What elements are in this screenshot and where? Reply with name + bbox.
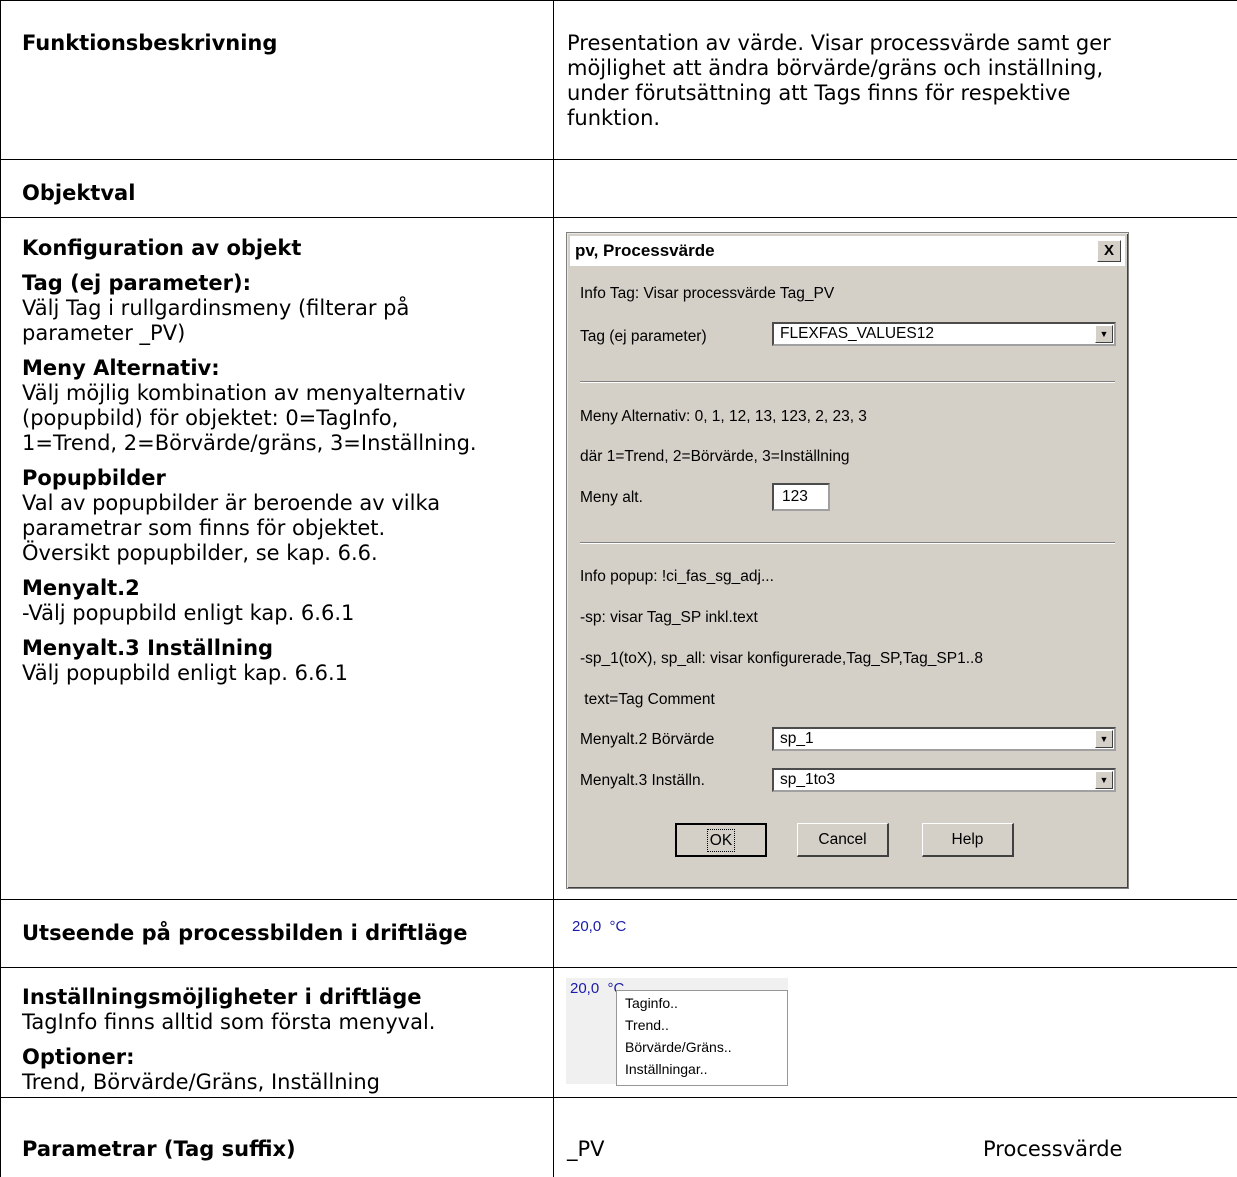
- block-heading: Menyalt.3 Inställning: [22, 636, 274, 660]
- table-column-divider: [553, 0, 554, 1177]
- separator: [580, 381, 1115, 383]
- block-line: Välj popupbild enligt kap. 6.6.1: [22, 661, 349, 685]
- menyalt2-label: Menyalt.2 Börvärde: [580, 731, 715, 748]
- meny-alt-input-value: 123: [782, 488, 808, 505]
- block-line: parametrar som finns för objektet.: [22, 516, 386, 540]
- konfig-block-meny: Meny Alternativ: Välj möjlig kombination…: [22, 356, 547, 456]
- menyalt2-dropdown[interactable]: sp_1 ▼: [772, 727, 1116, 751]
- row-label-konfiguration: Konfiguration av objekt: [22, 236, 302, 260]
- text-line: under förutsättning att Tags finns för r…: [567, 81, 1071, 105]
- row-divider: [0, 967, 1237, 968]
- block-line: -Välj popupbild enligt kap. 6.6.1: [22, 601, 355, 625]
- menu-item-taginfo[interactable]: Taginfo..: [625, 995, 678, 1011]
- row-divider: [0, 1097, 1237, 1098]
- tag-label: Tag (ej parameter): [580, 328, 707, 345]
- konfig-block-tag: Tag (ej parameter): Välj Tag i rullgardi…: [22, 271, 547, 346]
- menyalt2-dropdown-value: sp_1: [780, 730, 814, 747]
- info-popup-text: Info popup: !ci_fas_sg_adj...: [580, 568, 774, 585]
- tag-dropdown-value: FLEXFAS_VALUES12: [780, 325, 934, 342]
- sp1-info-text: -sp_1(toX), sp_all: visar konfigurerade,…: [580, 650, 983, 667]
- block-heading: Meny Alternativ:: [22, 356, 220, 380]
- block-heading: Popupbilder: [22, 466, 166, 490]
- konfig-description: Konfiguration av objekt Tag (ej paramete…: [22, 236, 547, 696]
- dialog-titlebar: pv, Processvärde X: [570, 236, 1125, 266]
- text-line: Presentation av värde. Visar processvärd…: [567, 31, 1111, 55]
- param-description: Processvärde: [983, 1137, 1123, 1161]
- chevron-down-icon[interactable]: ▼: [1095, 325, 1113, 343]
- sp-info-text: -sp: visar Tag_SP inkl.text: [580, 609, 758, 626]
- separator: [580, 542, 1115, 544]
- chevron-down-icon[interactable]: ▼: [1095, 730, 1113, 748]
- dar-info: där 1=Trend, 2=Börvärde, 3=Inställning: [580, 448, 850, 465]
- row-label-utseende: Utseende på processbilden i driftläge: [22, 921, 468, 945]
- help-button[interactable]: Help: [922, 823, 1014, 857]
- row-divider: [0, 217, 1237, 218]
- table-top-border: [0, 0, 1237, 1]
- block-heading: Menyalt.2: [22, 576, 140, 600]
- row-divider: [0, 159, 1237, 160]
- taginfo-text: TagInfo finns alltid som första menyval.: [22, 1010, 436, 1034]
- menu-item-borvarde[interactable]: Börvärde/Gräns..: [625, 1039, 732, 1055]
- row-label-objektval: Objektval: [22, 181, 136, 205]
- menyalt3-dropdown-value: sp_1to3: [780, 771, 836, 788]
- block-line: Översikt popupbilder, se kap. 6.6.: [22, 541, 378, 565]
- row-label-funktionsbeskrivning: Funktionsbeskrivning: [22, 31, 278, 55]
- row-label-installning: Inställningsmöjligheter i driftläge: [22, 985, 422, 1009]
- block-line: parameter _PV): [22, 321, 186, 345]
- installning-description: Inställningsmöjligheter i driftläge TagI…: [22, 985, 435, 1095]
- tag-dropdown[interactable]: FLEXFAS_VALUES12 ▼: [772, 322, 1116, 346]
- konfig-block-popup: Popupbilder Val av popupbilder är beroen…: [22, 466, 547, 566]
- text-line: möjlighet att ändra börvärde/gräns och i…: [567, 56, 1104, 80]
- block-line: Val av popupbilder är beroende av vilka: [22, 491, 441, 515]
- block-line: Välj Tag i rullgardinsmeny (filterar på: [22, 296, 410, 320]
- menyalt3-label: Menyalt.3 Inställn.: [580, 772, 705, 789]
- cancel-button[interactable]: Cancel: [797, 823, 889, 857]
- menyalt3-dropdown[interactable]: sp_1to3 ▼: [772, 768, 1116, 792]
- text-line: funktion.: [567, 106, 661, 130]
- meny-alt-info: Meny Alternativ: 0, 1, 12, 13, 123, 2, 2…: [580, 408, 867, 425]
- menu-item-installningar[interactable]: Inställningar..: [625, 1061, 708, 1077]
- meny-alt-label: Meny alt.: [580, 489, 643, 506]
- meny-alt-input[interactable]: 123: [772, 483, 830, 511]
- menu-item-trend[interactable]: Trend..: [625, 1017, 669, 1033]
- context-menu-preview: 20,0 °C Taginfo.. Trend.. Börvärde/Gräns…: [566, 978, 788, 1086]
- optioner-text: Trend, Börvärde/Gräns, Inställning: [22, 1070, 380, 1094]
- info-tag-text: Info Tag: Visar processvärde Tag_PV: [580, 285, 835, 302]
- block-line: Välj möjlig kombination av menyalternati…: [22, 381, 466, 405]
- row-divider: [0, 899, 1237, 900]
- block-line: 1=Trend, 2=Börvärde/gräns, 3=Inställning…: [22, 431, 477, 455]
- chevron-down-icon[interactable]: ▼: [1095, 771, 1113, 789]
- config-dialog: pv, Processvärde X Info Tag: Visar proce…: [566, 232, 1129, 889]
- context-menu: Taginfo.. Trend.. Börvärde/Gräns.. Instä…: [616, 990, 788, 1086]
- funktion-description: Presentation av värde. Visar processvärd…: [567, 31, 1111, 131]
- block-line: (popupbild) för objektet: 0=TagInfo,: [22, 406, 399, 430]
- row-label-parametrar: Parametrar (Tag suffix): [22, 1137, 296, 1161]
- konfig-block-menyalt3: Menyalt.3 Inställning Välj popupbild enl…: [22, 636, 547, 686]
- process-value-display: 20,0 °C: [572, 918, 627, 935]
- ok-button-label: OK: [706, 829, 736, 852]
- konfig-block-menyalt2: Menyalt.2 -Välj popupbild enligt kap. 6.…: [22, 576, 547, 626]
- table-left-border: [0, 0, 1, 1177]
- ok-button[interactable]: OK: [675, 823, 767, 857]
- text-info: text=Tag Comment: [580, 691, 715, 708]
- block-heading: Tag (ej parameter):: [22, 271, 251, 295]
- close-icon[interactable]: X: [1097, 240, 1121, 262]
- dialog-title: pv, Processvärde: [575, 241, 715, 260]
- optioner-heading: Optioner:: [22, 1045, 135, 1069]
- param-suffix: _PV: [567, 1137, 605, 1161]
